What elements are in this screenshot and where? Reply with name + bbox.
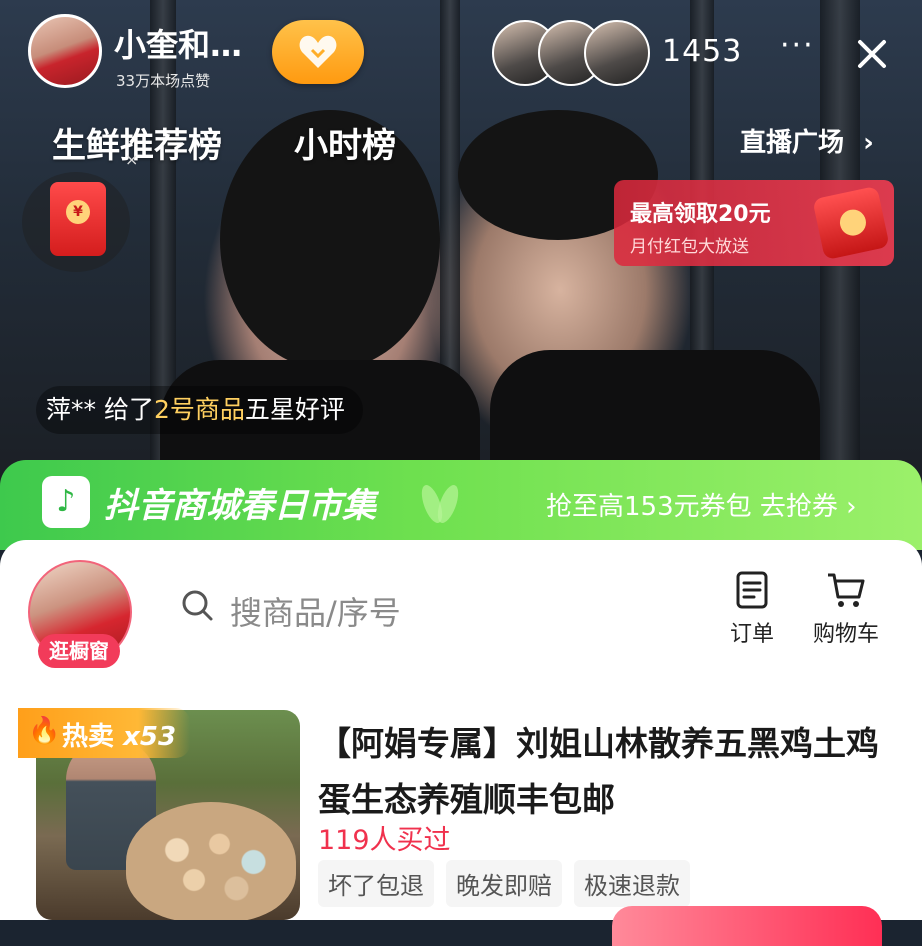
heart-icon (299, 35, 337, 68)
shopping-panel: 逛橱窗 搜商品/序号 订单 购物车 🔥 热卖 x53 【阿娟专属】刘姐山林散养五… (0, 540, 922, 946)
host-name: 小奎和… (114, 26, 243, 64)
cart-label: 购物车 (812, 622, 879, 647)
service-tag: 晚发即赔 (446, 860, 562, 907)
service-tag: 坏了包退 (318, 860, 434, 907)
promo-title: 最高领取20元 (630, 202, 771, 227)
notice-highlight: 2号商品 (153, 395, 245, 424)
follow-button[interactable] (272, 20, 364, 84)
promo-card[interactable]: 最高领取20元 月付红包大放送 (614, 180, 894, 266)
product-photo-eggs (126, 802, 296, 920)
chevron-right-icon: › (863, 128, 874, 158)
hot-sale-text: 热卖 x53 (62, 716, 176, 753)
banner-title: 抖音商城春日市集 (104, 486, 376, 526)
leaf-decoration-icon (421, 485, 459, 523)
hot-count: x53 (123, 722, 177, 752)
coupon-cta-label: 抢至高153元券包 去抢券 (546, 492, 838, 522)
close-small-icon[interactable]: × (125, 150, 138, 169)
hot-sale-badge: 🔥 热卖 x53 (18, 708, 190, 758)
chevron-right-icon: › (846, 492, 857, 522)
mall-banner[interactable]: ♪ 抖音商城春日市集 抢至高153元券包 去抢券 › (0, 460, 922, 550)
service-tag: 极速退款 (574, 860, 690, 907)
flame-icon: 🔥 (28, 716, 61, 746)
red-packet-widget[interactable]: ¥ (22, 172, 130, 272)
notice-pre: 给了 (96, 395, 154, 424)
red-envelope-icon (812, 185, 890, 261)
viewer-avatar[interactable] (584, 20, 650, 86)
cart-icon (828, 573, 865, 607)
review-notice: 萍** 给了2号商品五星好评 (36, 386, 363, 434)
search-placeholder: 搜商品/序号 (230, 594, 401, 632)
coupon-link[interactable]: 抢至高153元券包 去抢券 › (546, 486, 857, 523)
notice-post: 五星好评 (244, 395, 345, 424)
search-input[interactable]: 搜商品/序号 (180, 582, 580, 634)
close-icon[interactable] (852, 34, 892, 74)
host-likes: 33万本场点赞 (116, 72, 211, 90)
promo-subtitle: 月付红包大放送 (630, 237, 749, 257)
plaza-label: 直播广场 (740, 128, 845, 158)
showcase-tag[interactable]: 逛橱窗 (38, 634, 120, 668)
douyin-mall-logo-icon: ♪ (42, 476, 90, 528)
host-info[interactable]: 小奎和… 33万本场点赞 (28, 14, 278, 94)
notice-user: 萍** (46, 395, 97, 424)
orders-label: 订单 (729, 622, 774, 647)
host-avatar[interactable] (28, 14, 102, 88)
coin-icon: ¥ (66, 200, 90, 224)
cart-button[interactable]: 购物车 (806, 570, 886, 648)
order-list-icon (736, 571, 768, 609)
viewer-count[interactable]: 1453 (662, 34, 742, 69)
search-icon (182, 590, 213, 621)
live-plaza-link[interactable]: 直播广场 › (740, 122, 874, 159)
rank-hourly[interactable]: 小时榜 (294, 118, 396, 167)
more-icon[interactable]: ··· (780, 28, 815, 63)
sold-count: 119人买过 (318, 825, 451, 856)
hot-label: 热卖 (62, 722, 115, 752)
orders-button[interactable]: 订单 (712, 570, 792, 648)
product-title[interactable]: 【阿娟专属】刘姐山林散养五黑鸡土鸡蛋生态养殖顺丰包邮 (318, 716, 898, 828)
service-tags: 坏了包退 晚发即赔 极速退款 (318, 860, 690, 907)
buy-button[interactable] (612, 906, 882, 946)
